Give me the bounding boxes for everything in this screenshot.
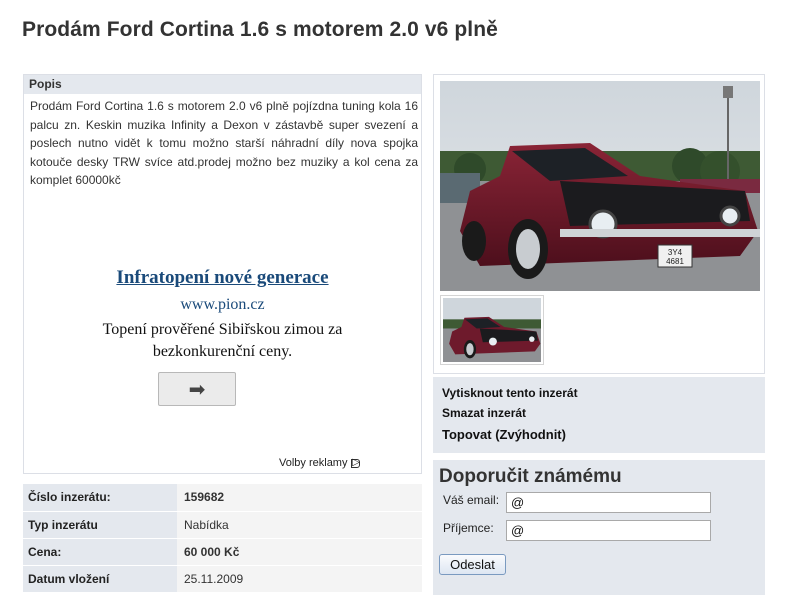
ad-choices-label: Volby reklamy	[279, 457, 348, 469]
info-label: Datum vložení	[23, 565, 177, 593]
listing-actions-panel: Vytisknout tento inzerát Smazat inzerát …	[433, 377, 765, 453]
table-row: Datum vložení 25.11.2009	[23, 565, 422, 593]
table-row: Číslo inzerátu: 159682	[23, 484, 422, 512]
ad-url-link[interactable]: www.pion.cz	[24, 296, 421, 314]
ad-title-link[interactable]: Infratopení nové generace	[24, 267, 421, 289]
ad-text-line: bezkonkurenční ceny.	[152, 343, 293, 360]
info-value: 25.11.2009	[177, 565, 422, 593]
table-row: Typ inzerátu Nabídka	[23, 511, 422, 539]
plate-line-1: 3Y4	[668, 248, 683, 257]
photo-thumbnail[interactable]	[440, 295, 544, 365]
print-listing-link[interactable]: Vytisknout tento inzerát	[442, 386, 578, 400]
recommend-title: Doporučit známému	[439, 466, 622, 487]
description-panel: Popis Prodám Ford Cortina 1.6 s motorem …	[23, 74, 422, 474]
send-button[interactable]: Odeslat	[439, 554, 506, 575]
info-label: Číslo inzerátu:	[23, 484, 177, 512]
recipient-field[interactable]	[506, 520, 711, 541]
promote-listing-link[interactable]: Topovat (Zvýhodnit)	[442, 427, 566, 442]
page-title: Prodám Ford Cortina 1.6 s motorem 2.0 v6…	[22, 18, 498, 41]
description-text: Prodám Ford Cortina 1.6 s motorem 2.0 v6…	[30, 99, 418, 188]
info-label: Cena:	[23, 538, 177, 566]
table-row: Cena: 60 000 Kč	[23, 538, 422, 566]
info-value: Nabídka	[177, 511, 422, 539]
ad-choices-link[interactable]: Volby reklamy ▷	[279, 457, 361, 469]
ad-go-button[interactable]: ➡	[158, 372, 236, 406]
listing-info-table: Číslo inzerátu: 159682 Typ inzerátu Nabídka…	[23, 484, 422, 593]
photo-panel: 3Y4 4681	[433, 74, 765, 374]
ad-text-line: Topení prověřené Sibiřskou zimou za	[102, 321, 343, 338]
ad-choices-icon: ▷	[351, 457, 361, 468]
info-value: 159682	[177, 484, 422, 512]
plate-line-2: 4681	[666, 257, 684, 266]
description-heading: Popis	[24, 75, 421, 94]
email-field[interactable]	[506, 492, 711, 513]
car-photo-image: 3Y4 4681	[440, 81, 760, 291]
arrow-right-icon: ➡	[188, 378, 206, 401]
car-thumbnail-image	[443, 298, 541, 362]
recommend-form: Doporučit známému Váš email: Příjemce: O…	[433, 460, 765, 595]
delete-listing-link[interactable]: Smazat inzerát	[442, 406, 526, 420]
info-label: Typ inzerátu	[23, 511, 177, 539]
recipient-label: Příjemce:	[443, 521, 494, 535]
main-car-photo[interactable]: 3Y4 4681	[440, 81, 760, 291]
info-value: 60 000 Kč	[177, 538, 422, 566]
email-label: Váš email:	[443, 493, 500, 507]
